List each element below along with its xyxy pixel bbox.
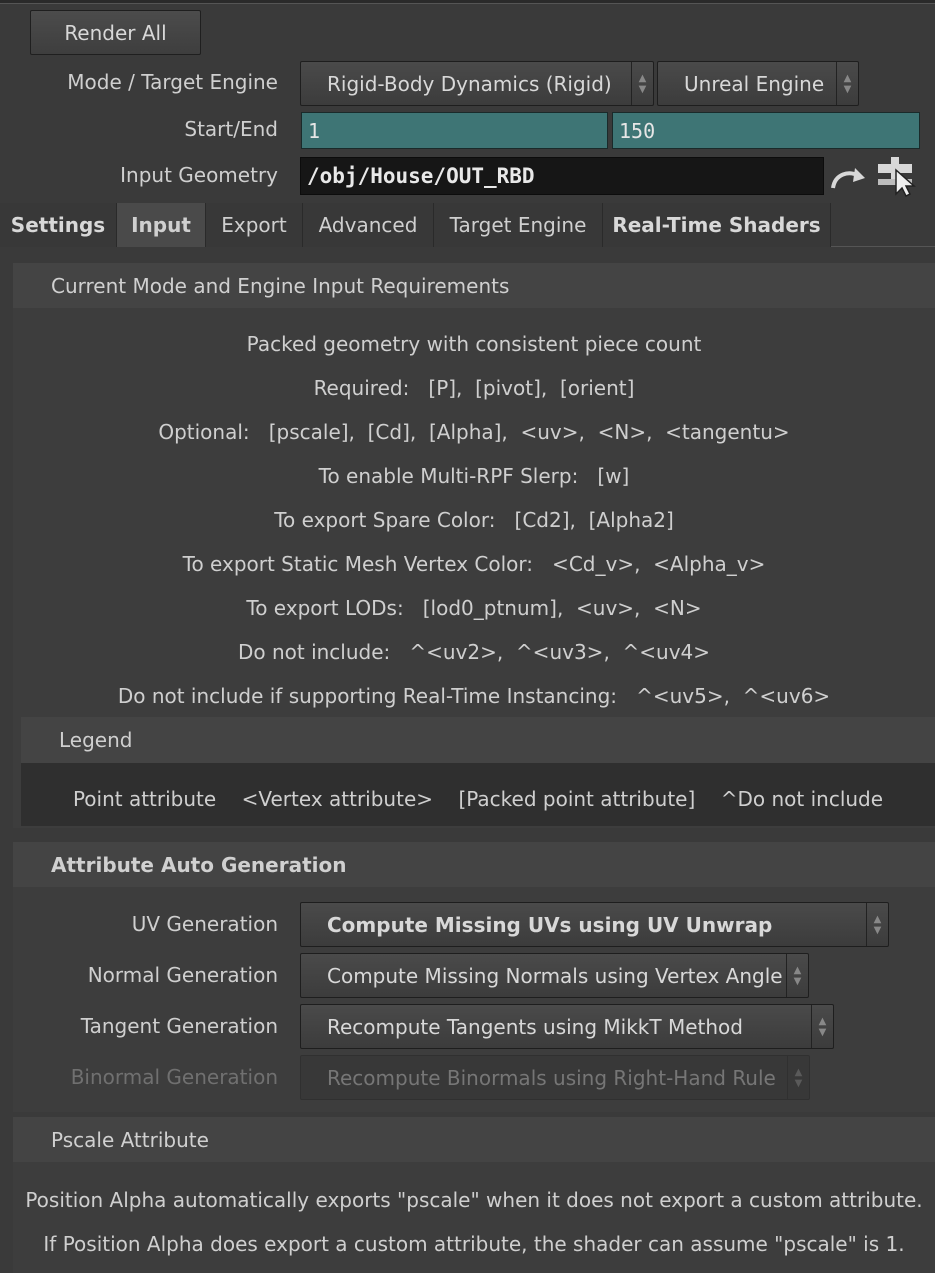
binormal-generation-label: Binormal Generation bbox=[70, 1065, 278, 1089]
input-geometry-path-field[interactable]: /obj/House/OUT_RBD bbox=[300, 157, 824, 195]
requirement-line: Do not include: ^<uv2>, ^<uv3>, ^<uv4> bbox=[237, 640, 711, 664]
mode-menu-value: Rigid-Body Dynamics (Rigid) bbox=[327, 71, 612, 96]
requirement-line: To export LODs: [lod0_ptnum], <uv>, <N> bbox=[246, 596, 702, 620]
input-geometry-label: Input Geometry bbox=[120, 163, 278, 187]
normal-generation-menu[interactable]: Compute Missing Normals using Vertex Ang… bbox=[300, 953, 809, 998]
tangent-generation-value: Recompute Tangents using MikkT Method bbox=[327, 1014, 743, 1039]
target-engine-value: Unreal Engine bbox=[684, 71, 825, 96]
uv-generation-value: Compute Missing UVs using UV Unwrap bbox=[327, 912, 773, 937]
requirement-line: To export Spare Color: [Cd2], [Alpha2] bbox=[274, 508, 674, 532]
menu-arrows-icon: ▲ ▼ bbox=[631, 62, 653, 105]
requirement-line: Packed geometry with consistent piece co… bbox=[246, 332, 702, 356]
jump-arrow-icon[interactable] bbox=[829, 160, 869, 194]
mode-menu[interactable]: Rigid-Body Dynamics (Rigid) ▲ ▼ bbox=[300, 61, 654, 106]
legend-header[interactable]: Legend bbox=[21, 717, 935, 763]
normal-generation-label: Normal Generation bbox=[87, 963, 278, 987]
tangent-generation-menu[interactable]: Recompute Tangents using MikkT Method ▲ ▼ bbox=[300, 1004, 834, 1049]
top-edge bbox=[0, 0, 935, 4]
menu-arrows-icon: ▲ ▼ bbox=[787, 1056, 809, 1099]
menu-arrows-icon: ▲ ▼ bbox=[866, 903, 888, 946]
menu-arrows-icon: ▲ ▼ bbox=[836, 62, 858, 105]
tab-advanced[interactable]: Advanced bbox=[303, 203, 434, 247]
auto-generation-header[interactable]: Attribute Auto Generation bbox=[13, 842, 935, 887]
normal-generation-value: Compute Missing Normals using Vertex Ang… bbox=[327, 963, 783, 988]
start-frame-field[interactable]: 1 bbox=[301, 112, 608, 149]
tab-settings[interactable]: Settings bbox=[0, 203, 117, 247]
tab-bar: Settings Input Export Advanced Target En… bbox=[0, 203, 935, 247]
tab-export[interactable]: Export bbox=[206, 203, 303, 247]
requirement-line: To export Static Mesh Vertex Color: <Cd_… bbox=[182, 552, 766, 576]
requirements-header[interactable]: Current Mode and Engine Input Requiremen… bbox=[13, 263, 935, 308]
requirement-line: Optional: [pscale], [Cd], [Alpha], <uv>,… bbox=[158, 420, 790, 444]
requirement-line: Required: [P], [pivot], [orient] bbox=[313, 376, 635, 400]
target-engine-menu[interactable]: Unreal Engine ▲ ▼ bbox=[657, 61, 859, 106]
tangent-generation-label: Tangent Generation bbox=[80, 1014, 278, 1038]
menu-arrows-icon: ▲ ▼ bbox=[811, 1005, 833, 1048]
requirement-line: To enable Multi-RPF Slerp: [w] bbox=[318, 464, 630, 488]
pscale-description-line: If Position Alpha does export a custom a… bbox=[43, 1232, 905, 1256]
tab-input[interactable]: Input bbox=[117, 203, 206, 247]
render-all-button[interactable]: Render All bbox=[30, 10, 201, 55]
pscale-header[interactable]: Pscale Attribute bbox=[13, 1117, 935, 1162]
node-select-icon[interactable] bbox=[874, 154, 920, 198]
uv-generation-label: UV Generation bbox=[131, 912, 278, 936]
legend-text: Point attribute <Vertex attribute> [Pack… bbox=[72, 787, 884, 811]
tab-real-time-shaders[interactable]: Real-Time Shaders bbox=[603, 203, 831, 247]
pscale-description-line: Position Alpha automatically exports "ps… bbox=[25, 1188, 923, 1212]
start-end-label: Start/End bbox=[184, 117, 278, 141]
binormal-generation-menu: Recompute Binormals using Right-Hand Rul… bbox=[300, 1055, 810, 1100]
menu-arrows-icon: ▲ ▼ bbox=[786, 954, 808, 997]
mode-target-engine-label: Mode / Target Engine bbox=[67, 70, 278, 94]
tab-target-engine[interactable]: Target Engine bbox=[434, 203, 603, 247]
end-frame-field[interactable]: 150 bbox=[612, 112, 920, 149]
binormal-generation-value: Recompute Binormals using Right-Hand Rul… bbox=[327, 1065, 776, 1090]
uv-generation-menu[interactable]: Compute Missing UVs using UV Unwrap ▲ ▼ bbox=[300, 902, 889, 947]
requirement-line: Do not include if supporting Real-Time I… bbox=[117, 684, 831, 708]
